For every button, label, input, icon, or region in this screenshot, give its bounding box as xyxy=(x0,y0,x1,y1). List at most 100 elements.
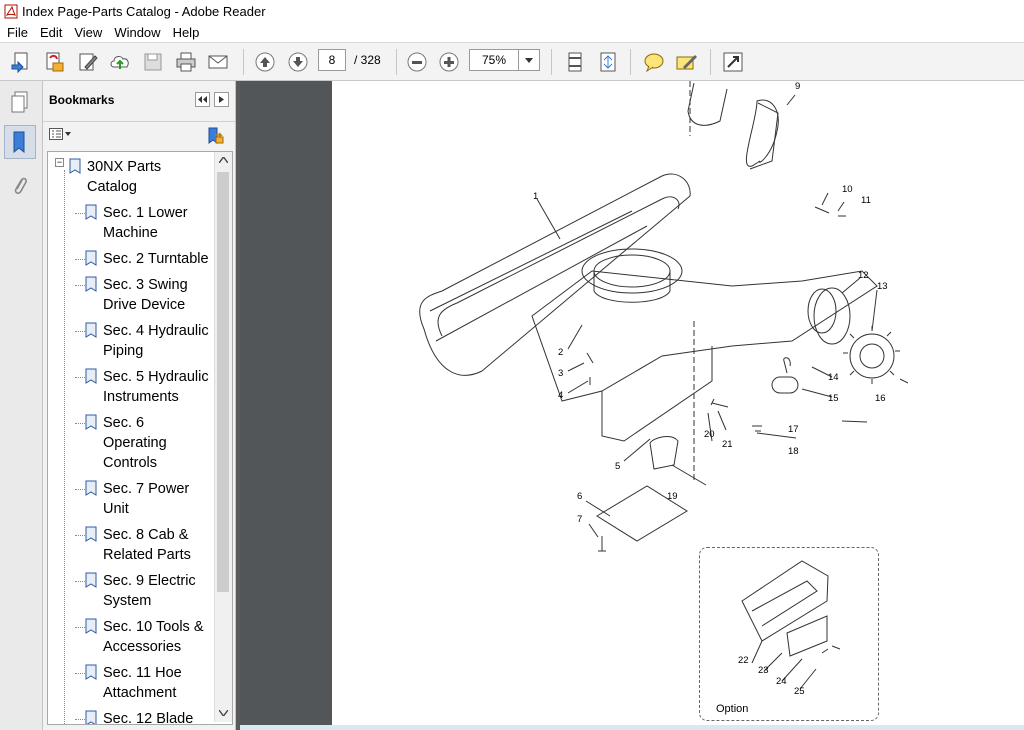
cloud-upload-icon xyxy=(110,56,129,69)
fullscreen-button[interactable] xyxy=(721,50,745,74)
fit-page-button[interactable] xyxy=(596,50,620,74)
bookmark-label: Sec. 8 Cab & Related Parts xyxy=(103,527,191,563)
save-button[interactable] xyxy=(141,50,165,74)
scroll-up-button[interactable] xyxy=(215,152,232,169)
print-icon xyxy=(176,52,196,72)
page-number-input[interactable]: 8 xyxy=(318,49,346,71)
bookmark-label: Sec. 4 Hydraulic Piping xyxy=(103,323,209,359)
option-box xyxy=(699,547,879,721)
collapse-panel-button[interactable] xyxy=(195,92,210,107)
bookmark-item[interactable]: Sec. 12 Blade xyxy=(85,709,215,724)
create-pdf-button[interactable] xyxy=(9,50,33,74)
attachments-button[interactable] xyxy=(4,169,36,203)
bookmark-root[interactable]: 30NX Parts Catalog xyxy=(69,157,187,197)
menu-view[interactable]: View xyxy=(69,25,107,40)
callout-label: 6 xyxy=(577,491,583,502)
bookmark-label: Sec. 9 Electric System xyxy=(103,573,196,609)
bookmark-label: Sec. 5 Hydraulic Instruments xyxy=(103,369,209,405)
pdf-page: 9 1 10 11 12 13 2 3 4 14 15 16 17 18 20 … xyxy=(332,81,1024,730)
bookmark-icon xyxy=(85,480,97,496)
callout-label: 5 xyxy=(615,461,621,472)
bookmark-item[interactable]: Sec. 11 Hoe Attachment xyxy=(85,663,215,703)
bookmark-label: Sec. 2 Turntable xyxy=(103,251,209,267)
print-button[interactable] xyxy=(174,50,198,74)
menu-help[interactable]: Help xyxy=(168,25,205,40)
bookmark-label: Sec. 3 Swing Drive Device xyxy=(103,277,188,313)
bookmark-item[interactable]: Sec. 6 Operating Controls xyxy=(85,413,179,473)
menu-file[interactable]: File xyxy=(2,25,33,40)
bookmark-item[interactable]: Sec. 8 Cab & Related Parts xyxy=(85,525,215,565)
zoom-out-button[interactable] xyxy=(405,50,429,74)
bookmark-label: Sec. 7 Power Unit xyxy=(103,481,190,517)
bookmark-item[interactable]: Sec. 4 Hydraulic Piping xyxy=(85,321,215,361)
prev-page-button[interactable] xyxy=(253,50,277,74)
new-bookmark-button[interactable] xyxy=(206,127,224,148)
edit-button[interactable] xyxy=(76,50,100,74)
bookmark-options-button[interactable] xyxy=(49,128,71,140)
next-page-button[interactable] xyxy=(286,50,310,74)
bookmark-icon xyxy=(85,572,97,588)
callout-label: 24 xyxy=(776,676,787,687)
bookmark-item[interactable]: Sec. 10 Tools & Accessories xyxy=(85,617,215,657)
zoom-in-button[interactable] xyxy=(437,50,461,74)
bookmarks-tree: − 30NX Parts Catalog Sec. 1 Lower Machin… xyxy=(47,151,233,725)
callout-label: 14 xyxy=(828,372,839,383)
create-pdf-icon xyxy=(11,52,28,73)
scroll-down-button[interactable] xyxy=(215,705,232,722)
menu-edit[interactable]: Edit xyxy=(35,25,67,40)
callout-label: 4 xyxy=(558,390,564,401)
bookmark-icon xyxy=(85,250,97,266)
zoom-dropdown-button[interactable] xyxy=(518,49,540,71)
document-area: 9 1 10 11 12 13 2 3 4 14 15 16 17 18 20 … xyxy=(240,81,1024,730)
bookmark-item[interactable]: Sec. 2 Turntable xyxy=(85,249,215,269)
collapse-root-toggle[interactable]: − xyxy=(55,158,64,167)
bookmark-item[interactable]: Sec. 9 Electric System xyxy=(85,571,215,611)
paperclip-icon xyxy=(14,177,27,194)
cloud-upload-button[interactable] xyxy=(108,50,132,74)
bookmark-label: Sec. 6 Operating Controls xyxy=(103,415,167,471)
bookmark-item[interactable]: Sec. 5 Hydraulic Instruments xyxy=(85,367,215,407)
zoom-out-icon xyxy=(407,52,427,72)
callout-label: 23 xyxy=(758,665,769,676)
bookmark-item[interactable]: Sec. 1 Lower Machine xyxy=(85,203,215,243)
bookmark-item[interactable]: Sec. 3 Swing Drive Device xyxy=(85,275,215,315)
callout-label: 9 xyxy=(795,81,801,92)
zoom-input[interactable]: 75% xyxy=(469,49,519,71)
option-label: Option xyxy=(716,703,749,715)
fullscreen-icon xyxy=(723,52,743,72)
bookmarks-title: Bookmarks xyxy=(49,93,115,107)
share-icon xyxy=(46,52,64,72)
bookmarks-header: Bookmarks xyxy=(43,81,235,122)
callout-label: 2 xyxy=(558,347,564,358)
zoom-in-icon xyxy=(439,52,459,72)
callout-label: 21 xyxy=(722,439,733,450)
email-button[interactable] xyxy=(206,50,230,74)
bookmark-icon xyxy=(85,710,97,724)
expand-panel-button[interactable] xyxy=(214,92,229,107)
bookmark-icon xyxy=(85,414,97,430)
parts-diagram xyxy=(419,81,909,690)
menu-bar: File Edit View Window Help xyxy=(0,22,1024,43)
share-button[interactable] xyxy=(42,50,66,74)
navigation-strip xyxy=(0,81,43,730)
single-page-button[interactable] xyxy=(563,50,587,74)
comment-button[interactable] xyxy=(642,50,666,74)
bookmark-icon xyxy=(85,368,97,384)
bookmark-item[interactable]: Sec. 7 Power Unit xyxy=(85,479,215,519)
menu-window[interactable]: Window xyxy=(109,25,165,40)
scrollbar-thumb[interactable] xyxy=(217,172,229,592)
sign-button[interactable] xyxy=(674,50,698,74)
bookmark-icon xyxy=(85,618,97,634)
callout-label: 16 xyxy=(875,393,886,404)
bookmarks-scrollbar[interactable] xyxy=(214,152,232,722)
page-total: / 328 xyxy=(354,53,381,67)
bookmark-icon xyxy=(69,158,81,174)
page-thumbnails-button[interactable] xyxy=(4,85,36,119)
next-page-icon xyxy=(288,52,308,72)
pages-icon xyxy=(11,91,28,113)
single-page-icon xyxy=(568,52,582,72)
callout-label: 12 xyxy=(858,270,869,281)
bookmark-icon xyxy=(85,322,97,338)
bookmarks-button[interactable] xyxy=(4,125,36,159)
callout-label: 18 xyxy=(788,446,799,457)
